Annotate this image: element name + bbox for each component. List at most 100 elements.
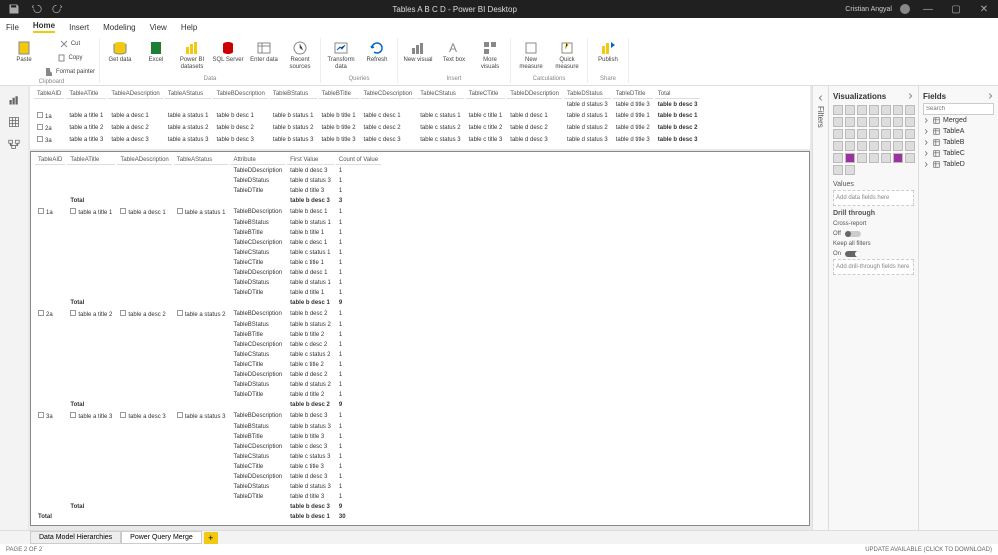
viz-filled-map-icon[interactable]: [893, 129, 903, 139]
update-notice[interactable]: UPDATE AVAILABLE (CLICK TO DOWNLOAD): [865, 547, 992, 553]
fields-pane: Fields MergedTableATableBTableCTableD: [918, 86, 998, 530]
add-page-button[interactable]: +: [204, 532, 218, 544]
values-label: Values: [833, 177, 914, 190]
drillthrough-label: Drill through: [833, 206, 914, 219]
copy-button[interactable]: Copy: [44, 52, 95, 65]
recent-sources-button[interactable]: Recent sources: [284, 38, 316, 70]
ribbon: Paste Cut Copy Format painter Clipboard …: [0, 36, 998, 86]
viz-python-icon[interactable]: [845, 153, 855, 163]
viz-kpi-icon[interactable]: [869, 141, 879, 151]
more-visuals-button[interactable]: More visuals: [474, 38, 506, 70]
fields-search-input[interactable]: [923, 103, 994, 115]
menu-home[interactable]: Home: [33, 21, 55, 33]
enter-data-button[interactable]: Enter data: [248, 38, 280, 64]
undo-icon[interactable]: [30, 3, 42, 15]
fields-title: Fields: [923, 92, 946, 101]
keep-filters-toggle[interactable]: Keep all filters: [833, 239, 914, 249]
viz-stacked-column-icon[interactable]: [845, 105, 855, 115]
cut-button[interactable]: Cut: [44, 38, 95, 51]
viz-gauge-icon[interactable]: [833, 141, 843, 151]
group-share-label: Share: [600, 76, 616, 83]
filters-pane-collapsed[interactable]: Filters: [812, 86, 828, 530]
maximize-button[interactable]: ▢: [946, 0, 966, 18]
viz-line-column-icon[interactable]: [857, 117, 867, 127]
viz-arcgis-icon[interactable]: [893, 153, 903, 163]
viz-stacked-area-icon[interactable]: [845, 117, 855, 127]
viz-ribbon-icon[interactable]: [881, 117, 891, 127]
matrix-visual-1[interactable]: TableAIDTableATitleTableADescriptionTabl…: [32, 88, 702, 147]
paste-button[interactable]: Paste: [8, 38, 40, 64]
viz-scatter-icon[interactable]: [833, 129, 843, 139]
viz-map-icon[interactable]: [881, 129, 891, 139]
report-view-icon[interactable]: [8, 94, 20, 106]
minimize-button[interactable]: —: [918, 0, 938, 18]
pbi-datasets-button[interactable]: Power BI datasets: [176, 38, 208, 70]
quick-measure-button[interactable]: Quick measure: [551, 38, 583, 70]
refresh-button[interactable]: Refresh: [361, 38, 393, 64]
model-view-icon[interactable]: [8, 138, 20, 150]
field-table-TableD[interactable]: TableD: [923, 159, 994, 170]
viz-line-icon[interactable]: [905, 105, 915, 115]
viz-qa-icon[interactable]: [881, 153, 891, 163]
tab-power-query-merge[interactable]: Power Query Merge: [121, 531, 202, 544]
cross-report-toggle[interactable]: Cross-report: [833, 219, 914, 229]
get-data-button[interactable]: Get data: [104, 38, 136, 64]
viz-slicer-icon[interactable]: [881, 141, 891, 151]
field-table-TableB[interactable]: TableB: [923, 137, 994, 148]
close-button[interactable]: ✕: [974, 0, 994, 18]
viz-clustered-bar-icon[interactable]: [857, 105, 867, 115]
viz-card-icon[interactable]: [845, 141, 855, 151]
new-measure-button[interactable]: New measure: [515, 38, 547, 70]
viz-donut-icon[interactable]: [857, 129, 867, 139]
menu-view[interactable]: View: [150, 23, 167, 32]
viz-100-column-icon[interactable]: [893, 105, 903, 115]
viz-waterfall-icon[interactable]: [893, 117, 903, 127]
viz-matrix-icon[interactable]: [905, 141, 915, 151]
viz-area-icon[interactable]: [833, 117, 843, 127]
viz-table-icon[interactable]: [893, 141, 903, 151]
viz-more-icon[interactable]: [905, 153, 915, 163]
format-painter-button[interactable]: Format painter: [44, 66, 95, 79]
matrix-visual-2[interactable]: TableAIDTableATitleTableADescriptionTabl…: [33, 154, 383, 523]
report-canvas[interactable]: TableAIDTableATitleTableADescriptionTabl…: [28, 86, 812, 530]
viz-multi-card-icon[interactable]: [857, 141, 867, 151]
statusbar: PAGE 2 OF 2 UPDATE AVAILABLE (CLICK TO D…: [0, 544, 998, 555]
viz-clustered-column-icon[interactable]: [869, 105, 879, 115]
field-table-Merged[interactable]: Merged: [923, 115, 994, 126]
drillthrough-dropzone[interactable]: Add drill-through fields here: [833, 259, 914, 275]
viz-stacked-bar-icon[interactable]: [833, 105, 843, 115]
values-dropzone[interactable]: Add data fields here: [833, 190, 914, 206]
viz-format-tab-icon[interactable]: [845, 165, 855, 175]
data-view-icon[interactable]: [8, 116, 20, 128]
menu-modeling[interactable]: Modeling: [103, 23, 135, 32]
field-table-TableC[interactable]: TableC: [923, 148, 994, 159]
avatar[interactable]: [900, 4, 910, 14]
viz-r-icon[interactable]: [833, 153, 843, 163]
menu-file[interactable]: File: [6, 23, 19, 32]
tab-data-model[interactable]: Data Model Hierarchies: [30, 531, 121, 544]
viz-pie-icon[interactable]: [845, 129, 855, 139]
viz-100-bar-icon[interactable]: [881, 105, 891, 115]
chevron-right-icon[interactable]: [906, 92, 914, 100]
excel-button[interactable]: Excel: [140, 38, 172, 64]
save-icon[interactable]: [8, 3, 20, 15]
sql-server-button[interactable]: SQL Server: [212, 38, 244, 64]
viz-gallery: [833, 103, 914, 177]
viz-fields-tab-icon[interactable]: [833, 165, 843, 175]
menu-help[interactable]: Help: [181, 23, 197, 32]
publish-button[interactable]: Publish: [592, 38, 624, 64]
viz-funnel-icon[interactable]: [905, 117, 915, 127]
menu-insert[interactable]: Insert: [69, 23, 89, 32]
chevron-right-icon[interactable]: [986, 92, 994, 100]
viz-decomp-icon[interactable]: [869, 153, 879, 163]
transform-data-button[interactable]: Transform data: [325, 38, 357, 70]
text-box-button[interactable]: AText box: [438, 38, 470, 64]
viz-shape-map-icon[interactable]: [905, 129, 915, 139]
field-table-TableA[interactable]: TableA: [923, 126, 994, 137]
viz-line-clustered-icon[interactable]: [869, 117, 879, 127]
viz-treemap-icon[interactable]: [869, 129, 879, 139]
new-visual-button[interactable]: New visual: [402, 38, 434, 64]
viz-key-influencers-icon[interactable]: [857, 153, 867, 163]
redo-icon[interactable]: [52, 3, 64, 15]
user-name[interactable]: Cristian Angyal: [845, 6, 892, 13]
